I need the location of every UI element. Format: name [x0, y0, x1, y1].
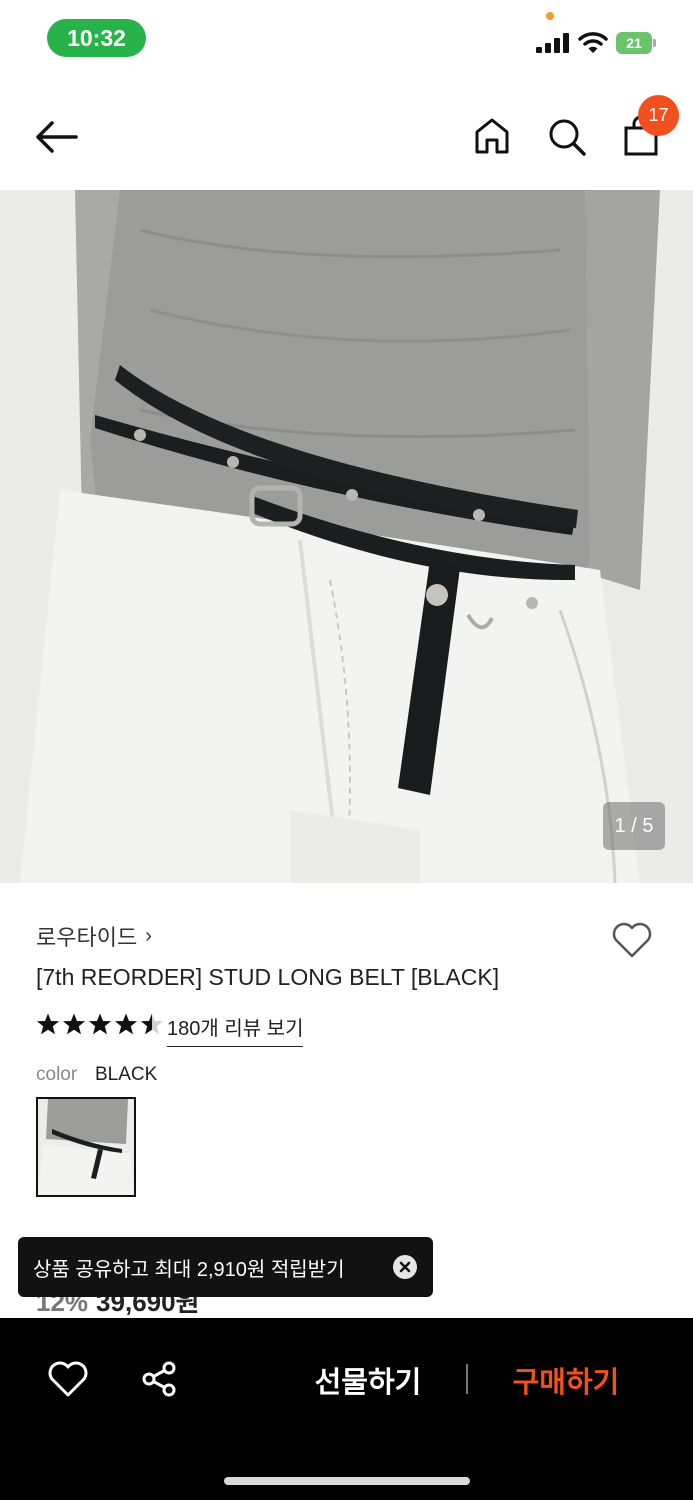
- close-icon: [399, 1261, 411, 1273]
- battery-icon: 21: [616, 32, 658, 54]
- review-link[interactable]: 180개 리뷰 보기: [167, 1012, 304, 1047]
- back-arrow-icon[interactable]: [30, 114, 82, 160]
- wishlist-heart-icon[interactable]: [609, 918, 655, 962]
- privacy-indicator: [546, 12, 554, 20]
- search-icon[interactable]: [544, 112, 590, 160]
- star-icon: [115, 1013, 137, 1035]
- share-reward-toast: 상품 공유하고 최대 2,910원 적립받기: [18, 1237, 433, 1297]
- wifi-icon: [578, 32, 608, 53]
- rating-stars: [36, 1012, 164, 1040]
- battery-level: 21: [616, 32, 652, 54]
- bottom-wishlist-heart-icon[interactable]: [46, 1358, 90, 1400]
- share-icon[interactable]: [138, 1358, 180, 1400]
- product-title: [7th REORDER] STUD LONG BELT [BLACK]: [36, 964, 500, 990]
- cellular-signal-icon: [536, 33, 569, 53]
- toast-close-button[interactable]: [393, 1255, 417, 1279]
- image-page-indicator: 1 / 5: [603, 802, 665, 850]
- star-icon: [141, 1013, 163, 1035]
- color-option-label: color: [36, 1064, 78, 1085]
- swatch-thumbnail: [38, 1099, 134, 1195]
- color-option-value: BLACK: [95, 1064, 158, 1085]
- product-main-image[interactable]: [0, 190, 693, 883]
- toast-message: 상품 공유하고 최대 2,910원 적립받기: [33, 1258, 345, 1281]
- star-icon: [37, 1013, 59, 1035]
- home-icon[interactable]: [470, 112, 514, 160]
- brand-name: 로우타이드: [36, 925, 138, 950]
- brand-link[interactable]: 로우타이드 ›: [36, 920, 152, 952]
- bottom-bar-divider: [466, 1364, 468, 1394]
- chevron-right-icon: ›: [145, 924, 152, 947]
- buy-button[interactable]: 구매하기: [498, 1356, 634, 1404]
- home-indicator[interactable]: [224, 1477, 470, 1485]
- gift-button[interactable]: 선물하기: [300, 1356, 436, 1404]
- star-icon: [89, 1013, 111, 1035]
- cart-count-badge: 17: [638, 95, 679, 136]
- color-swatch-black[interactable]: [36, 1097, 136, 1197]
- product-photo-illustration: [0, 190, 693, 883]
- bottom-action-bar: [0, 1318, 693, 1500]
- star-icon: [63, 1013, 85, 1035]
- status-time: 10:32: [47, 19, 146, 57]
